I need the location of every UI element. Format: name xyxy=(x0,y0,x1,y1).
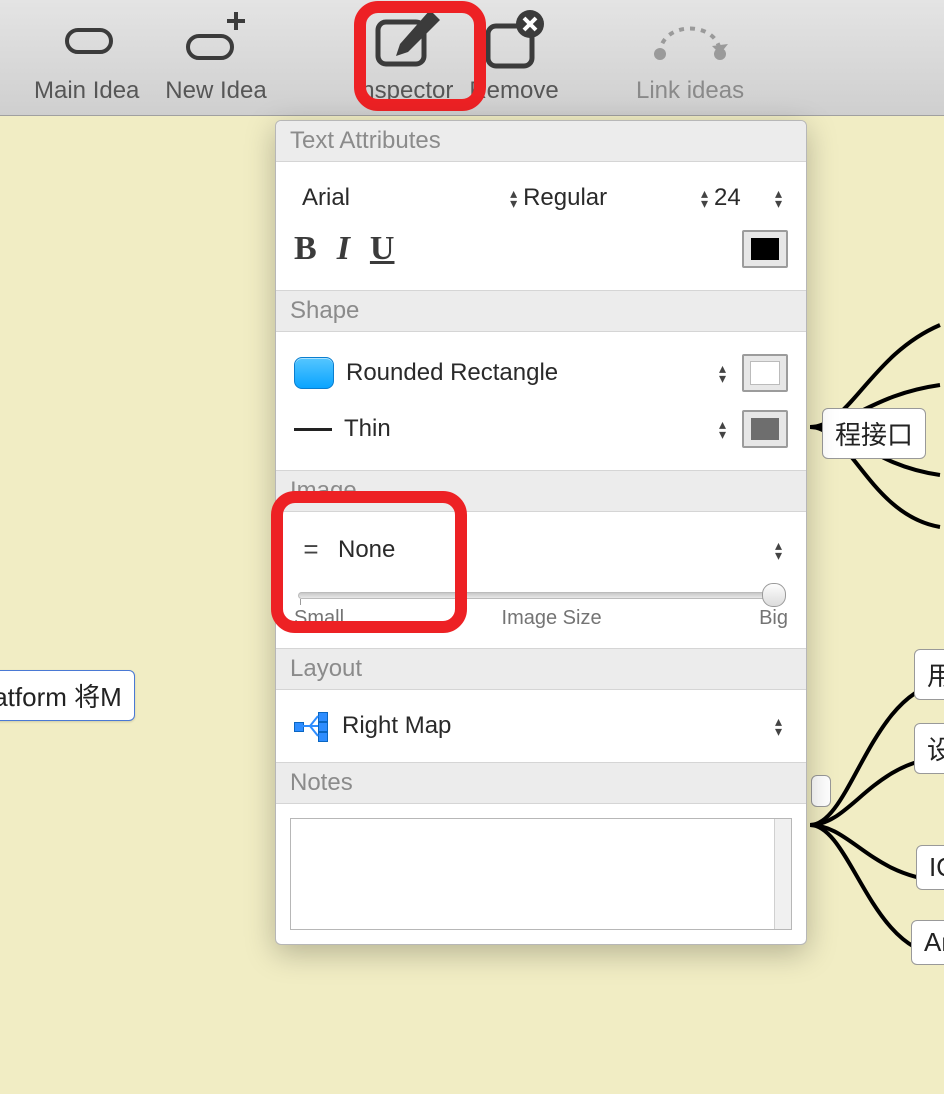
stroke-select[interactable]: Thin ▴▾ xyxy=(344,415,732,443)
stepper-icon: ▴▾ xyxy=(775,716,782,736)
inspector-panel: Text Attributes Arial ▴▾ Regular ▴▾ 24 ▴… xyxy=(275,120,807,945)
stepper-icon: ▴▾ xyxy=(775,540,782,560)
shape-fill-well[interactable] xyxy=(742,354,788,392)
section-text-attributes: Text Attributes xyxy=(276,121,806,162)
node-io[interactable]: IO xyxy=(916,845,944,890)
font-family-value: Arial xyxy=(302,184,350,212)
node-settings[interactable]: 设 xyxy=(914,723,944,774)
slider-tick xyxy=(300,599,301,605)
image-select[interactable]: None ▴▾ xyxy=(338,536,788,564)
main-idea-icon xyxy=(35,6,139,74)
shape-fill-swatch xyxy=(750,361,780,385)
toolbar-inspector[interactable]: Inspector xyxy=(350,6,458,105)
font-style-select[interactable]: Regular ▴▾ xyxy=(523,184,714,212)
stepper-icon: ▴▾ xyxy=(701,188,708,208)
stepper-icon: ▴▾ xyxy=(510,188,517,208)
toolbar-remove[interactable]: Remove xyxy=(466,6,562,105)
font-size-select[interactable]: 24 ▴▾ xyxy=(714,184,788,212)
stroke-color-well[interactable] xyxy=(742,410,788,448)
toolbar-main-idea[interactable]: Main Idea xyxy=(34,6,139,105)
layout-select[interactable]: Right Map ▴▾ xyxy=(342,712,788,740)
font-style-value: Regular xyxy=(523,184,607,212)
toolbar-new-idea[interactable]: New Idea xyxy=(164,6,268,105)
underline-button[interactable]: U xyxy=(370,230,395,268)
stroke-color-swatch xyxy=(751,418,779,440)
node-programming-interface[interactable]: 程接口 xyxy=(822,408,926,459)
italic-button[interactable]: I xyxy=(337,230,350,268)
section-image: Image xyxy=(276,470,806,512)
node-an[interactable]: An xyxy=(911,920,944,965)
link-ideas-icon xyxy=(636,6,744,74)
image-none-icon: = xyxy=(300,534,322,565)
toolbar-link-ideas[interactable]: Link ideas xyxy=(636,6,744,105)
node-collapse-handle[interactable] xyxy=(811,775,831,807)
notes-scrollbar[interactable] xyxy=(774,819,791,929)
shape-select[interactable]: Rounded Rectangle ▴▾ xyxy=(346,359,732,387)
section-notes: Notes xyxy=(276,762,806,804)
stepper-icon: ▴▾ xyxy=(775,188,782,208)
toolbar-link-ideas-label: Link ideas xyxy=(636,77,744,105)
stepper-icon: ▴▾ xyxy=(719,419,726,439)
font-size-value: 24 xyxy=(714,184,741,212)
image-size-big-label: Big xyxy=(759,607,788,630)
remove-icon xyxy=(466,6,562,74)
section-layout: Layout xyxy=(276,648,806,690)
new-idea-icon xyxy=(164,6,268,74)
toolbar-remove-label: Remove xyxy=(466,77,562,105)
image-value: None xyxy=(338,536,395,564)
shape-value: Rounded Rectangle xyxy=(346,359,558,387)
thin-line-icon xyxy=(294,428,332,431)
section-shape: Shape xyxy=(276,290,806,332)
rounded-rectangle-icon xyxy=(294,357,334,389)
slider-track xyxy=(298,592,784,599)
text-color-well[interactable] xyxy=(742,230,788,268)
image-size-label: Image Size xyxy=(502,607,602,630)
bold-button[interactable]: B xyxy=(294,230,317,268)
main-idea-node[interactable]: OM Platform 将M xyxy=(0,670,135,721)
text-color-swatch xyxy=(751,238,779,260)
toolbar-inspector-label: Inspector xyxy=(350,77,458,105)
image-size-small-label: Small xyxy=(294,607,344,630)
layout-value: Right Map xyxy=(342,712,451,740)
stroke-value: Thin xyxy=(344,415,391,443)
right-map-icon xyxy=(294,712,330,740)
toolbar-new-idea-label: New Idea xyxy=(164,77,268,105)
image-size-slider[interactable] xyxy=(298,583,784,605)
slider-thumb[interactable] xyxy=(762,583,786,607)
notes-textarea[interactable] xyxy=(290,818,792,930)
toolbar: Main Idea New Idea Inspector Remove xyxy=(0,0,944,116)
toolbar-main-idea-label: Main Idea xyxy=(34,77,139,105)
compose-icon xyxy=(350,6,458,74)
stepper-icon: ▴▾ xyxy=(719,363,726,383)
font-family-select[interactable]: Arial ▴▾ xyxy=(294,184,523,212)
node-user[interactable]: 用 xyxy=(914,649,944,700)
